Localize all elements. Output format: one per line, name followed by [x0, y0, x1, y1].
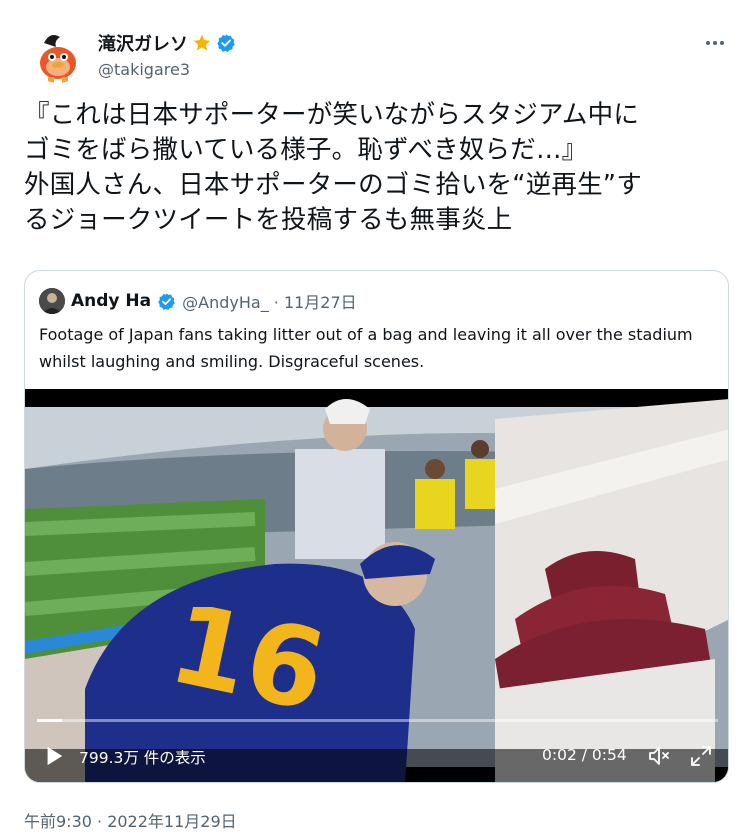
video-timecode: 0:02 / 0:54: [542, 746, 627, 764]
tweet-text-line: 『これは日本サポーターが笑いながらスタジアム中に: [24, 100, 640, 130]
tweet-text: 『これは日本サポーターが笑いながらスタジアム中に ゴミをばら撒いている様子。恥ず…: [24, 98, 734, 238]
fullscreen-icon[interactable]: [689, 744, 713, 768]
tweet-header: 滝沢ガレソ @takigare3: [0, 0, 752, 92]
quoted-author-name: Andy Ha: [71, 291, 152, 311]
tweet-text-line: ゴミをばら撒いている様子。恥ずべき奴らだ…』: [24, 135, 588, 165]
video-progress-bar[interactable]: [37, 719, 718, 722]
more-options-icon[interactable]: [706, 36, 730, 50]
author-name-row: 滝沢ガレソ: [98, 30, 236, 56]
author-handle[interactable]: @takigare3: [98, 60, 190, 79]
video-views-label: 799.3万 件の表示: [79, 749, 206, 767]
mute-icon[interactable]: [647, 744, 671, 768]
quoted-tweet-text: Footage of Japan fans taking litter out …: [39, 325, 693, 371]
tweet-text-line: 外国人さん、日本サポーターのゴミ拾いを“逆再生”す: [24, 170, 642, 200]
verified-badge-icon: [158, 292, 175, 310]
video-progress-fill: [37, 719, 63, 722]
quoted-tweet[interactable]: Andy Ha @AndyHa_ · 11月27日 Footage of Jap…: [24, 270, 729, 783]
verified-badge-icon[interactable]: [216, 33, 236, 53]
video-player[interactable]: 16 799.3万 件の表示 0:02 / 0:54: [25, 389, 728, 782]
star-icon: [193, 34, 211, 51]
author-display-name[interactable]: 滝沢ガレソ: [98, 30, 188, 56]
tweet-text-line: るジョークツイートを投稿するも無事炎上: [24, 205, 513, 235]
video-frame-stadium: 16: [25, 389, 728, 782]
play-icon[interactable]: [43, 745, 65, 767]
quoted-tweet-header: Andy Ha @AndyHa_ · 11月27日: [39, 288, 357, 314]
quoted-author-avatar: [39, 288, 65, 314]
tweet-timestamp[interactable]: 午前9:30 · 2022年11月29日: [24, 808, 237, 832]
duck-mascot-avatar-icon[interactable]: [30, 27, 86, 83]
quoted-handle-and-date: @AndyHa_ · 11月27日: [182, 293, 357, 312]
